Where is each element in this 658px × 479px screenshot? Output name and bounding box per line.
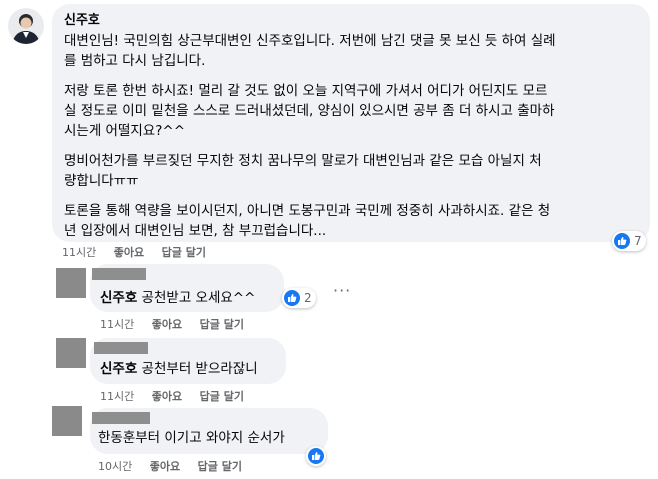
reply-text: 신주호 공천부터 받으라잖니 <box>100 360 258 378</box>
reply-time[interactable]: 10시간 <box>98 460 132 473</box>
reply-text: 신주호 공천받고 오세요^^ <box>100 289 255 307</box>
comment-like-badge[interactable]: 7 <box>612 231 646 251</box>
comment-paragraph: 대변인님! 국민의힘 상근부대변인 신주호입니다. 저번에 남긴 댓글 못 보신… <box>64 33 556 69</box>
redacted-name <box>94 342 148 354</box>
mention-tag[interactable]: 신주호 <box>100 290 137 306</box>
like-button[interactable]: 좋아요 <box>152 318 182 331</box>
reply-avatar-redacted[interactable] <box>56 338 86 368</box>
reply-avatar-redacted[interactable] <box>56 268 86 298</box>
comment-actions: 11시간 좋아요 답글 달기 <box>62 244 220 260</box>
redacted-name <box>92 268 146 280</box>
more-options-icon[interactable]: ··· <box>333 281 351 300</box>
reply-time[interactable]: 11시간 <box>100 318 134 331</box>
reply-like-badge[interactable]: 2 <box>282 288 316 308</box>
reply-like-badge[interactable] <box>306 446 326 466</box>
comment-time[interactable]: 11시간 <box>62 246 96 259</box>
reply-message: 공천받고 오세요^^ <box>137 290 256 306</box>
redacted-name <box>92 412 150 424</box>
comment-paragraph: 저랑 토론 한번 하시죠! 멀리 갈 것도 없이 오늘 지역구에 가셔서 어디가… <box>64 83 555 139</box>
commenter-avatar[interactable] <box>8 8 44 44</box>
reply-message: 공천부터 받으라잖니 <box>137 361 258 377</box>
thumbs-up-icon <box>308 448 324 464</box>
reply-button[interactable]: 답글 달기 <box>198 460 242 473</box>
reply-text: 한동훈부터 이기고 와야지 순서가 <box>98 429 285 447</box>
mention-tag[interactable]: 신주호 <box>100 361 137 377</box>
reply-button[interactable]: 답글 달기 <box>162 246 206 259</box>
thumbs-up-icon <box>284 290 300 306</box>
comment-paragraph: 명비어천가를 부르짖던 무지한 정치 꿈나무의 말로가 대변인님과 같은 모습 … <box>64 153 542 189</box>
reply-like-count: 2 <box>304 291 312 305</box>
reply-button[interactable]: 답글 달기 <box>200 318 244 331</box>
reply-time[interactable]: 11시간 <box>100 390 134 403</box>
comment-paragraph: 토론을 통해 역량을 보이시던지, 아니면 도봉구민과 국민께 정중히 사과하시… <box>64 203 551 239</box>
main-comment-bubble: 신주호 대변인님! 국민의힘 상근부대변인 신주호입니다. 저번에 남긴 댓글 … <box>52 4 650 242</box>
thumbs-up-icon <box>614 233 630 249</box>
reply-avatar-redacted[interactable] <box>52 406 82 436</box>
reply-actions: 11시간 좋아요 답글 달기 <box>100 388 258 404</box>
like-button[interactable]: 좋아요 <box>152 390 182 403</box>
reply-actions: 10시간 좋아요 답글 달기 <box>98 458 256 474</box>
comment-like-count: 7 <box>634 234 642 248</box>
reply-actions: 11시간 좋아요 답글 달기 <box>100 316 258 332</box>
like-button[interactable]: 좋아요 <box>114 246 144 259</box>
reply-button[interactable]: 답글 달기 <box>200 390 244 403</box>
like-button[interactable]: 좋아요 <box>150 460 180 473</box>
reply-message: 한동훈부터 이기고 와야지 순서가 <box>98 430 285 446</box>
comment-author[interactable]: 신주호 <box>64 12 638 29</box>
